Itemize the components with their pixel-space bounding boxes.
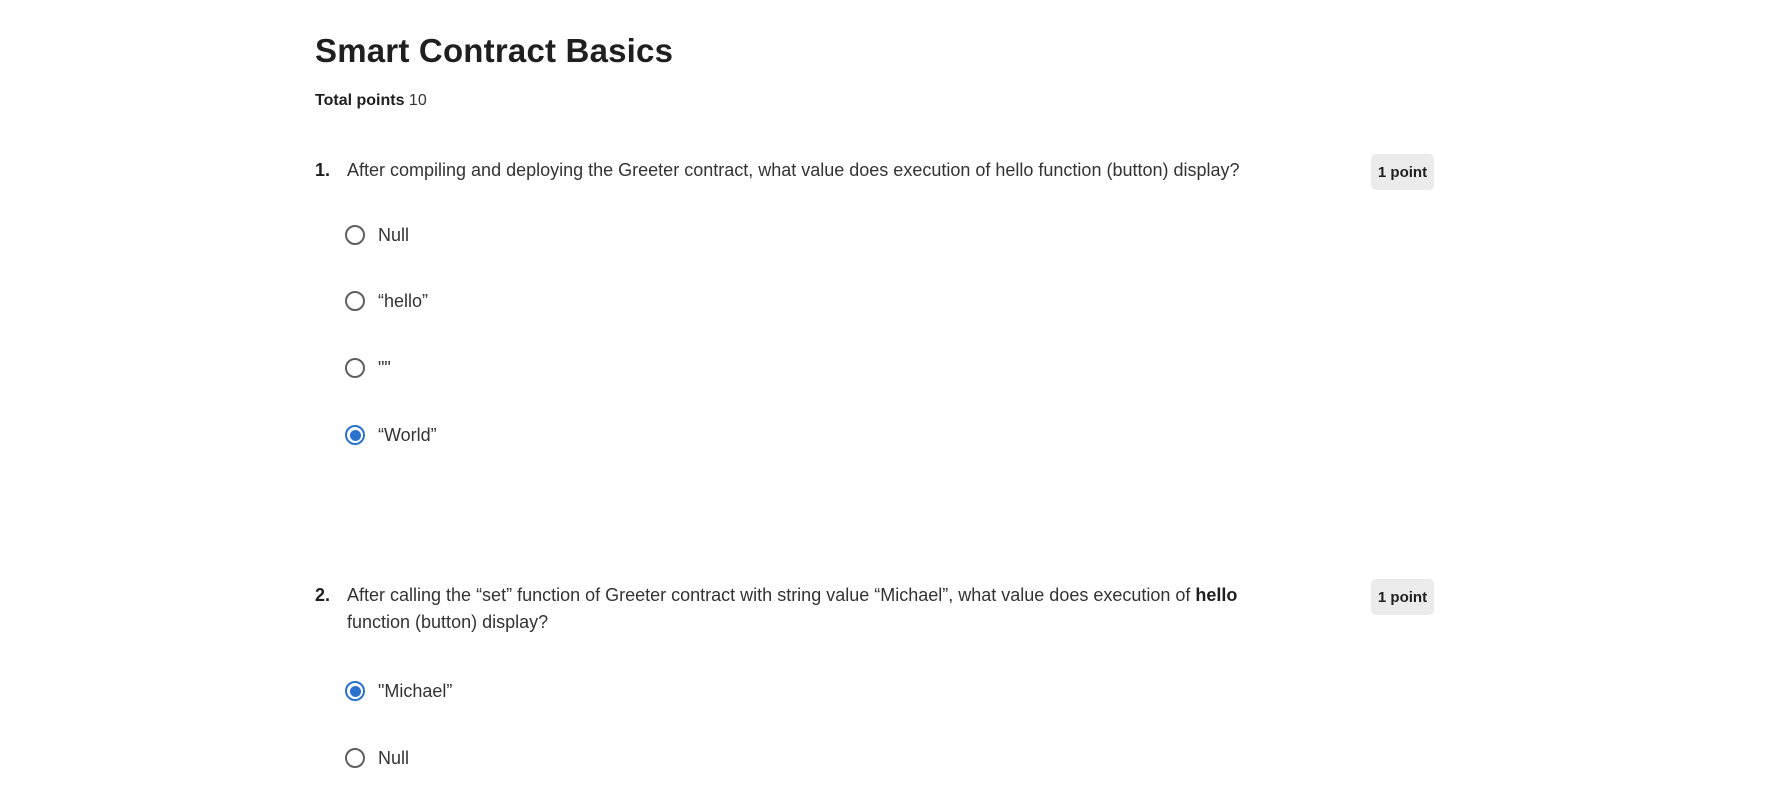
question-number: 1. xyxy=(315,160,331,180)
answer-label: “hello” xyxy=(378,290,429,311)
total-points-value: 10 xyxy=(408,92,427,109)
points-badge: 1 point xyxy=(1371,579,1434,615)
radio-button[interactable] xyxy=(345,358,365,378)
quiz-page: Smart Contract Basics Total points 10 1.… xyxy=(0,0,1791,788)
radio-button[interactable] xyxy=(345,291,365,311)
points-badge: 1 point xyxy=(1371,154,1434,190)
radio-button-checked[interactable] xyxy=(345,425,365,445)
answer-option-selected[interactable]: "Michael” xyxy=(345,677,452,705)
total-points: Total points 10 xyxy=(315,92,427,110)
question-text-part: After compiling and deploying the Greete… xyxy=(347,160,1240,180)
answer-option[interactable]: Null xyxy=(345,744,409,772)
radio-selected-dot xyxy=(349,685,361,697)
answer-option-selected[interactable]: “World” xyxy=(345,421,437,449)
question-text-part: After calling the “set” function of Gree… xyxy=(347,585,1196,605)
question-text-bold: hello xyxy=(1195,585,1238,605)
radio-button[interactable] xyxy=(345,225,365,245)
answer-label: Null xyxy=(378,224,410,245)
total-points-label: Total points xyxy=(315,92,405,109)
radio-selected-dot xyxy=(349,429,361,441)
question-text: After calling the “set” function of Gree… xyxy=(347,582,1287,636)
answer-option[interactable]: Null xyxy=(345,221,409,249)
question-text: After compiling and deploying the Greete… xyxy=(347,157,1287,184)
answer-label: Null xyxy=(378,747,410,768)
answer-label: "" xyxy=(378,357,391,378)
page-title: Smart Contract Basics xyxy=(315,32,674,69)
answer-option[interactable]: "" xyxy=(345,354,391,382)
answer-option[interactable]: “hello” xyxy=(345,287,428,315)
question-text-part: function (button) display? xyxy=(347,612,549,632)
answer-label: "Michael” xyxy=(378,680,453,701)
question-number: 2. xyxy=(315,585,331,605)
radio-button-checked[interactable] xyxy=(345,681,365,701)
radio-button[interactable] xyxy=(345,748,365,768)
answer-label: “World” xyxy=(378,424,437,445)
